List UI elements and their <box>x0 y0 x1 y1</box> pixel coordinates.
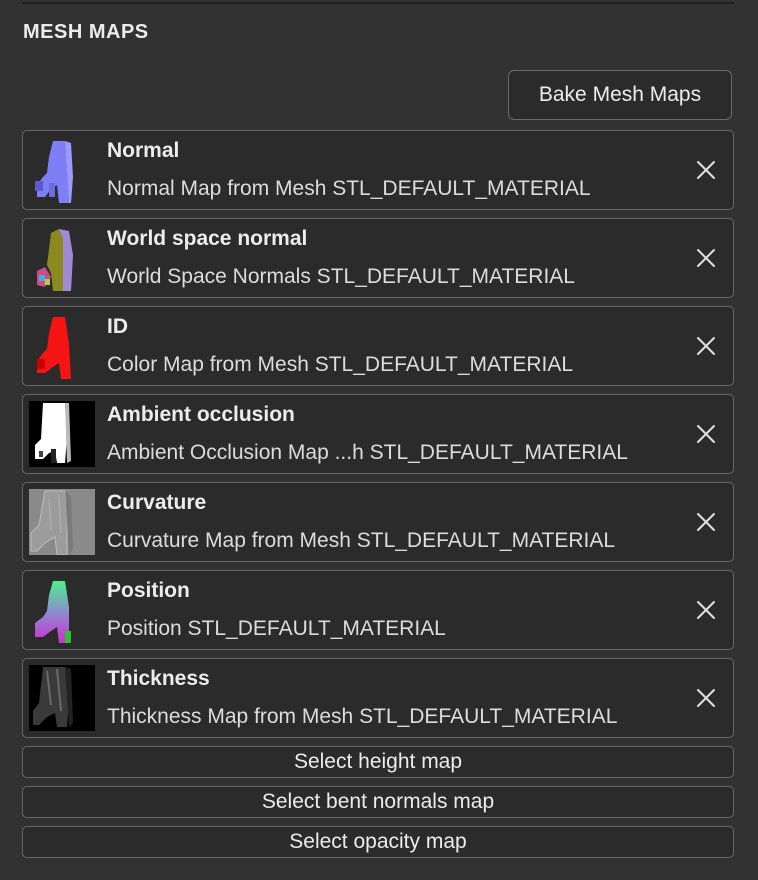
remove-curvature-button[interactable] <box>695 511 717 533</box>
normal-map-thumbnail <box>29 137 95 203</box>
panel-title: MESH MAPS <box>23 21 149 43</box>
select-bent-normals-map-button[interactable]: Select bent normals map <box>22 786 734 818</box>
map-item-normal[interactable]: Normal Normal Map from Mesh STL_DEFAULT_… <box>22 130 734 210</box>
map-item-ambient-occlusion[interactable]: Ambient occlusion Ambient Occlusion Map … <box>22 394 734 474</box>
map-item-position[interactable]: Position Position STL_DEFAULT_MATERIAL <box>22 570 734 650</box>
top-divider <box>22 2 734 4</box>
close-icon <box>697 249 715 267</box>
map-item-title: Thickness <box>107 667 210 690</box>
close-icon <box>697 689 715 707</box>
close-icon <box>697 601 715 619</box>
map-item-curvature[interactable]: Curvature Curvature Map from Mesh STL_DE… <box>22 482 734 562</box>
map-item-subtitle: Thickness Map from Mesh STL_DEFAULT_MATE… <box>107 705 618 728</box>
map-item-subtitle: Ambient Occlusion Map ...h STL_DEFAULT_M… <box>107 441 628 464</box>
map-item-thickness[interactable]: Thickness Thickness Map from Mesh STL_DE… <box>22 658 734 738</box>
map-item-title: World space normal <box>107 227 308 250</box>
map-item-subtitle: World Space Normals STL_DEFAULT_MATERIAL <box>107 265 575 288</box>
close-icon <box>697 337 715 355</box>
remove-id-button[interactable] <box>695 335 717 357</box>
map-item-subtitle: Position STL_DEFAULT_MATERIAL <box>107 617 446 640</box>
remove-world-space-normal-button[interactable] <box>695 247 717 269</box>
map-item-title: ID <box>107 315 128 338</box>
map-item-subtitle: Normal Map from Mesh STL_DEFAULT_MATERIA… <box>107 177 591 200</box>
ambient-occlusion-map-thumbnail <box>29 401 95 467</box>
thickness-map-thumbnail <box>29 665 95 731</box>
remove-normal-button[interactable] <box>695 159 717 181</box>
select-opacity-map-button[interactable]: Select opacity map <box>22 826 734 858</box>
close-icon <box>697 513 715 531</box>
map-item-title: Position <box>107 579 190 602</box>
close-icon <box>697 425 715 443</box>
map-item-world-space-normal[interactable]: World space normal World Space Normals S… <box>22 218 734 298</box>
mesh-map-list: Normal Normal Map from Mesh STL_DEFAULT_… <box>22 130 734 746</box>
remove-ambient-occlusion-button[interactable] <box>695 423 717 445</box>
remove-position-button[interactable] <box>695 599 717 621</box>
position-map-thumbnail <box>29 577 95 643</box>
id-map-thumbnail <box>29 313 95 379</box>
remove-thickness-button[interactable] <box>695 687 717 709</box>
close-icon <box>697 161 715 179</box>
map-item-title: Curvature <box>107 491 207 514</box>
bake-mesh-maps-button[interactable]: Bake Mesh Maps <box>508 70 732 120</box>
world-normal-map-thumbnail <box>29 225 95 291</box>
curvature-map-thumbnail <box>29 489 95 555</box>
map-item-title: Normal <box>107 139 180 162</box>
map-item-subtitle: Color Map from Mesh STL_DEFAULT_MATERIAL <box>107 353 574 376</box>
select-height-map-button[interactable]: Select height map <box>22 746 734 778</box>
map-item-title: Ambient occlusion <box>107 403 295 426</box>
map-item-subtitle: Curvature Map from Mesh STL_DEFAULT_MATE… <box>107 529 616 552</box>
map-item-id[interactable]: ID Color Map from Mesh STL_DEFAULT_MATER… <box>22 306 734 386</box>
